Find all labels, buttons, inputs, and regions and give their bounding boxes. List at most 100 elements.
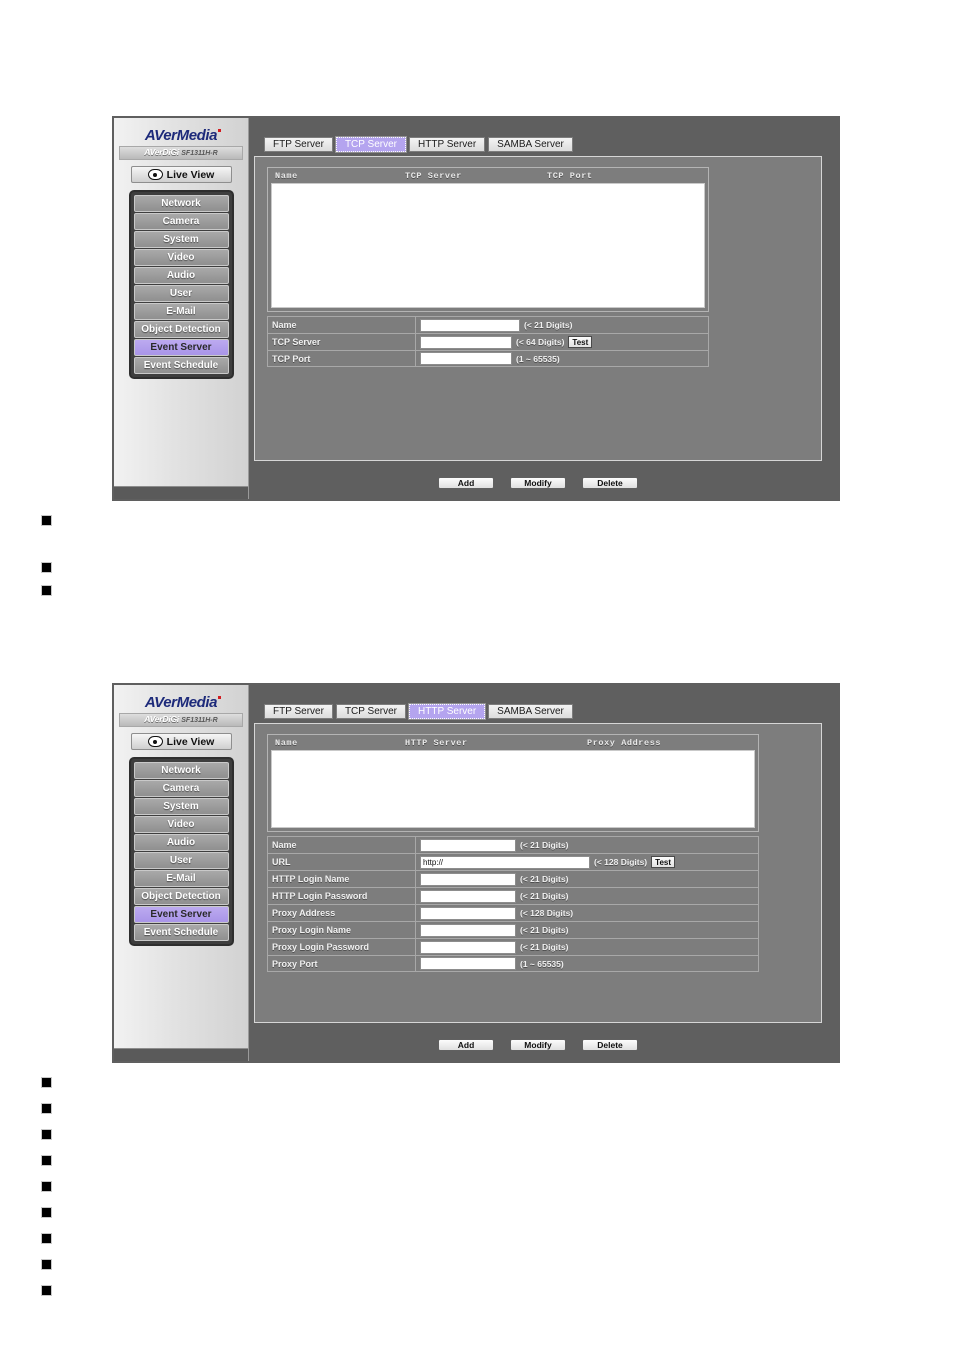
server-list-header: Name HTTP Server Proxy Address: [271, 737, 755, 750]
sidebar-item-audio[interactable]: Audio: [133, 267, 229, 284]
sidebar-item-label: Object Detection: [141, 324, 221, 335]
field-hint-url: (< 128 Digits): [594, 857, 648, 867]
sidebar-item-system[interactable]: System: [133, 231, 229, 248]
test-button-url[interactable]: Test: [651, 856, 676, 868]
field-control: (< 64 Digits) Test: [416, 334, 593, 350]
avermedia-logo: AVerMedia: [144, 694, 222, 711]
action-bar: Add Modify Delete: [254, 477, 822, 489]
tab-label: SAMBA Server: [497, 706, 564, 717]
form-row-proxy-address: Proxy Address (< 128 Digits): [267, 904, 759, 921]
sidebar-item-object-detection[interactable]: Object Detection: [133, 888, 229, 905]
tab-label: TCP Server: [344, 706, 397, 717]
server-list-body[interactable]: [271, 183, 705, 308]
field-control: (1 ~ 65535): [416, 351, 560, 366]
tcp-server-input[interactable]: [420, 335, 512, 349]
sidebar-item-object-detection[interactable]: Object Detection: [133, 321, 229, 338]
server-list: Name HTTP Server Proxy Address: [267, 734, 759, 832]
field-hint-proxy-login-password: (< 21 Digits): [520, 942, 569, 952]
delete-button[interactable]: Delete: [582, 1039, 638, 1051]
tab-panel-tcp-server: Name TCP Server TCP Port Name (< 21 Digi…: [254, 156, 822, 461]
sidebar-item-event-server[interactable]: Event Server: [133, 906, 229, 923]
field-hint-tcp-server: (< 64 Digits): [516, 337, 565, 347]
tab-label: HTTP Server: [418, 706, 477, 717]
name-input[interactable]: [420, 318, 520, 332]
server-list: Name TCP Server TCP Port: [267, 167, 709, 312]
sidebar-item-event-server[interactable]: Event Server: [133, 339, 229, 356]
tab-samba-server[interactable]: SAMBA Server: [488, 137, 573, 152]
delete-button[interactable]: Delete: [582, 477, 638, 489]
bullet-marker: [42, 1182, 51, 1191]
field-control: (< 21 Digits): [416, 837, 568, 853]
tab-samba-server[interactable]: SAMBA Server: [488, 704, 573, 719]
tab-tcp-server[interactable]: TCP Server: [335, 704, 406, 719]
add-button[interactable]: Add: [438, 477, 494, 489]
live-view-label: Live View: [166, 735, 215, 748]
action-bar: Add Modify Delete: [254, 1039, 822, 1051]
proxy-address-input[interactable]: [420, 906, 516, 920]
field-control: (< 21 Digits): [416, 888, 568, 904]
tab-tcp-server[interactable]: TCP Server: [334, 136, 408, 153]
product-line-badge: AVerDiGi SF1311H-R: [119, 713, 243, 727]
sidebar-item-video[interactable]: Video: [133, 816, 229, 833]
sidebar-item-email[interactable]: E-Mail: [133, 870, 229, 887]
field-hint-name: (< 21 Digits): [524, 320, 573, 330]
sidebar-item-network[interactable]: Network: [133, 762, 229, 779]
sidebar-item-system[interactable]: System: [133, 798, 229, 815]
name-input[interactable]: [420, 838, 516, 852]
bullet-marker: [42, 1104, 51, 1113]
http-login-name-input[interactable]: [420, 872, 516, 886]
sidebar-item-network[interactable]: Network: [133, 195, 229, 212]
bullet-marker: [42, 1208, 51, 1217]
tab-label: TCP Server: [344, 139, 397, 150]
proxy-login-password-input[interactable]: [420, 940, 516, 954]
live-view-button[interactable]: Live View: [130, 166, 232, 183]
sidebar-item-email[interactable]: E-Mail: [133, 303, 229, 320]
field-hint-proxy-address: (< 128 Digits): [520, 908, 574, 918]
proxy-port-input[interactable]: [420, 957, 516, 970]
modify-button[interactable]: Modify: [510, 477, 566, 489]
sidebar-item-event-schedule[interactable]: Event Schedule: [133, 357, 229, 374]
sidebar-item-event-schedule[interactable]: Event Schedule: [133, 924, 229, 941]
live-view-button[interactable]: Live View: [130, 733, 232, 750]
bullet-marker: [42, 516, 51, 525]
tab-http-server[interactable]: HTTP Server: [409, 137, 486, 152]
column-header-tcp-port: TCP Port: [547, 171, 593, 181]
form-row-tcp-port: TCP Port (1 ~ 65535): [267, 350, 709, 367]
column-header-proxy-address: Proxy Address: [587, 738, 662, 748]
column-header-name: Name: [275, 171, 298, 181]
server-list-body[interactable]: [271, 750, 755, 828]
content-area: FTP Server TCP Server HTTP Server SAMBA …: [250, 685, 838, 1061]
sidebar: AVerMedia AVerDiGi SF1311H-R Live View N…: [114, 118, 249, 499]
modify-button[interactable]: Modify: [510, 1039, 566, 1051]
sidebar-item-audio[interactable]: Audio: [133, 834, 229, 851]
proxy-login-name-input[interactable]: [420, 923, 516, 937]
brand-block: AVerMedia AVerDiGi SF1311H-R: [114, 118, 248, 160]
url-input[interactable]: http://: [420, 855, 590, 869]
bullet-marker: [42, 1234, 51, 1243]
column-header-name: Name: [275, 738, 298, 748]
server-table: Name HTTP Server Proxy Address Name (< 2…: [267, 734, 759, 972]
sidebar-item-video[interactable]: Video: [133, 249, 229, 266]
test-button-tcp-server[interactable]: Test: [568, 336, 593, 348]
sidebar-item-user[interactable]: User: [133, 852, 229, 869]
brand-name: AVerMedia: [144, 694, 218, 711]
field-label-proxy-login-name: Proxy Login Name: [268, 922, 416, 938]
bullet-marker: [42, 563, 51, 572]
model-label: SF1311H-R: [181, 717, 218, 724]
tcp-port-input[interactable]: [420, 352, 512, 365]
tab-http-server[interactable]: HTTP Server: [407, 703, 487, 720]
tab-ftp-server[interactable]: FTP Server: [264, 704, 333, 719]
sidebar-item-label: System: [163, 801, 199, 812]
add-button[interactable]: Add: [438, 1039, 494, 1051]
http-login-password-input[interactable]: [420, 889, 516, 903]
tab-bar: FTP Server TCP Server HTTP Server SAMBA …: [264, 703, 573, 720]
sidebar-item-camera[interactable]: Camera: [133, 213, 229, 230]
field-control: (< 21 Digits): [416, 922, 568, 938]
tab-ftp-server[interactable]: FTP Server: [264, 137, 333, 152]
sidebar-item-camera[interactable]: Camera: [133, 780, 229, 797]
sidebar-item-user[interactable]: User: [133, 285, 229, 302]
sidebar-nav: Network Camera System Video Audio User E…: [128, 757, 234, 946]
field-control: (< 128 Digits): [416, 905, 573, 921]
product-line-label: AVerDiGi: [144, 714, 180, 724]
tab-panel-http-server: Name HTTP Server Proxy Address Name (< 2…: [254, 723, 822, 1023]
